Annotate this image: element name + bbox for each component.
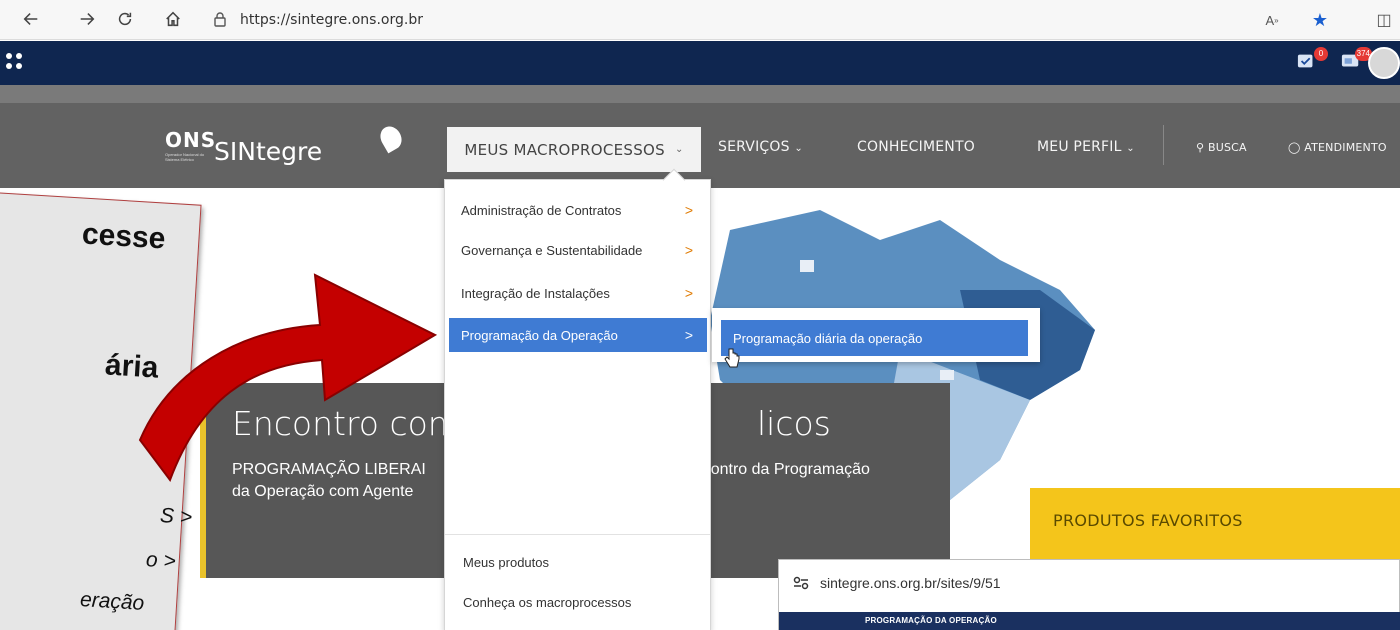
news-title-right: licos [756,404,831,443]
nav-perfil-label: MEU PERFIL [1037,139,1122,155]
site-settings-icon[interactable] [792,574,810,592]
meus-produtos-link[interactable]: Meus produtos [463,555,549,570]
lock-icon [212,11,230,29]
nav-atendimento[interactable]: ◯ ATENDIMENTO [1288,141,1387,154]
inset-url-text[interactable]: sintegre.ons.org.br/sites/9/51 [820,575,1001,591]
favorites-title: PRODUTOS FAVORITOS [1053,511,1243,530]
nav-meu-perfil[interactable]: MEU PERFIL ⌄ [1037,139,1135,155]
dropdown-item-label: Programação da Operação [461,327,618,343]
dropdown-item-label: Governança e Sustentabilidade [461,242,643,258]
messages-icon[interactable]: 374 [1340,47,1372,75]
nav-conhecimento[interactable]: CONHECIMENTO [857,139,975,155]
chevron-down-icon: ⌄ [794,143,803,154]
split-screen-icon[interactable]: ◫ [1372,8,1396,32]
dropdown-item-label: Administração de Contratos [461,202,622,218]
inset-page-title: PROGRAMAÇÃO DA OPERAÇÃO [865,616,997,625]
favorite-star-icon[interactable]: ★ [1308,8,1332,32]
chevron-down-icon: ⌄ [674,144,684,155]
browser-toolbar: https://sintegre.ons.org.br A» ★ ◫ [0,0,1400,40]
nav-macroprocessos-label: MEUS MACROPROCESSOS [464,140,665,159]
dropdown-item-integracao[interactable]: Integração de Instalações > [449,276,707,310]
dropdown-item-administracao[interactable]: Administração de Contratos > [449,193,707,227]
dropdown-item-governanca[interactable]: Governança e Sustentabilidade > [449,233,707,267]
reload-icon[interactable] [112,6,138,32]
dropdown-item-programacao[interactable]: Programação da Operação > [449,318,707,352]
note-path-1: S > [159,504,193,529]
nav-servicos-label: SERVIÇOS [718,139,790,155]
nav-busca-label: BUSCA [1207,141,1247,154]
news-body-right: ncontro da Programação [693,461,870,478]
app-bar: 0 374 [0,41,1400,85]
search-icon: ⚲ [1196,141,1205,154]
read-aloud-icon[interactable]: A» [1260,8,1284,32]
ons-logo[interactable]: ONS Operador Nacional do Sistema Elétric… [165,128,216,162]
address-bar[interactable]: https://sintegre.ons.org.br [212,5,1252,35]
nav-servicos[interactable]: SERVIÇOS ⌄ [718,139,803,155]
forward-icon[interactable] [74,6,100,32]
avatar[interactable] [1368,47,1400,79]
submenu-item-programacao-diaria[interactable]: Programação diária da operação [721,320,1028,356]
dropdown-divider [445,534,710,535]
site-top-strip [0,85,1400,103]
back-icon[interactable] [18,6,44,32]
chat-icon: ◯ [1288,141,1301,154]
tasks-icon[interactable]: 0 [1296,47,1328,75]
hand-cursor-icon [724,348,740,368]
apps-grid-icon[interactable] [6,53,24,71]
red-arrow-icon [138,273,438,483]
chevron-down-icon: ⌄ [1126,143,1135,154]
url-text: https://sintegre.ons.org.br [240,12,423,28]
dropdown-item-label: Integração de Instalações [461,285,610,301]
home-icon[interactable] [160,6,186,32]
tasks-badge: 0 [1314,47,1328,61]
note-path-3: eração [79,588,145,615]
conheca-macroprocessos-link[interactable]: Conheça os macroprocessos [463,595,631,610]
nav-busca[interactable]: ⚲ BUSCA [1196,141,1247,154]
chevron-right-icon: > [684,202,693,218]
note-path-2: o > [145,548,177,573]
chevron-right-icon: > [684,327,693,343]
chevron-right-icon: > [684,242,693,258]
sintegre-logo[interactable]: SINtegre [214,137,322,166]
nav-atendimento-label: ATENDIMENTO [1304,141,1387,154]
nav-divider [1163,125,1164,165]
chevron-right-icon: > [684,285,693,301]
nav-meus-macroprocessos[interactable]: MEUS MACROPROCESSOS ⌄ [447,127,701,172]
